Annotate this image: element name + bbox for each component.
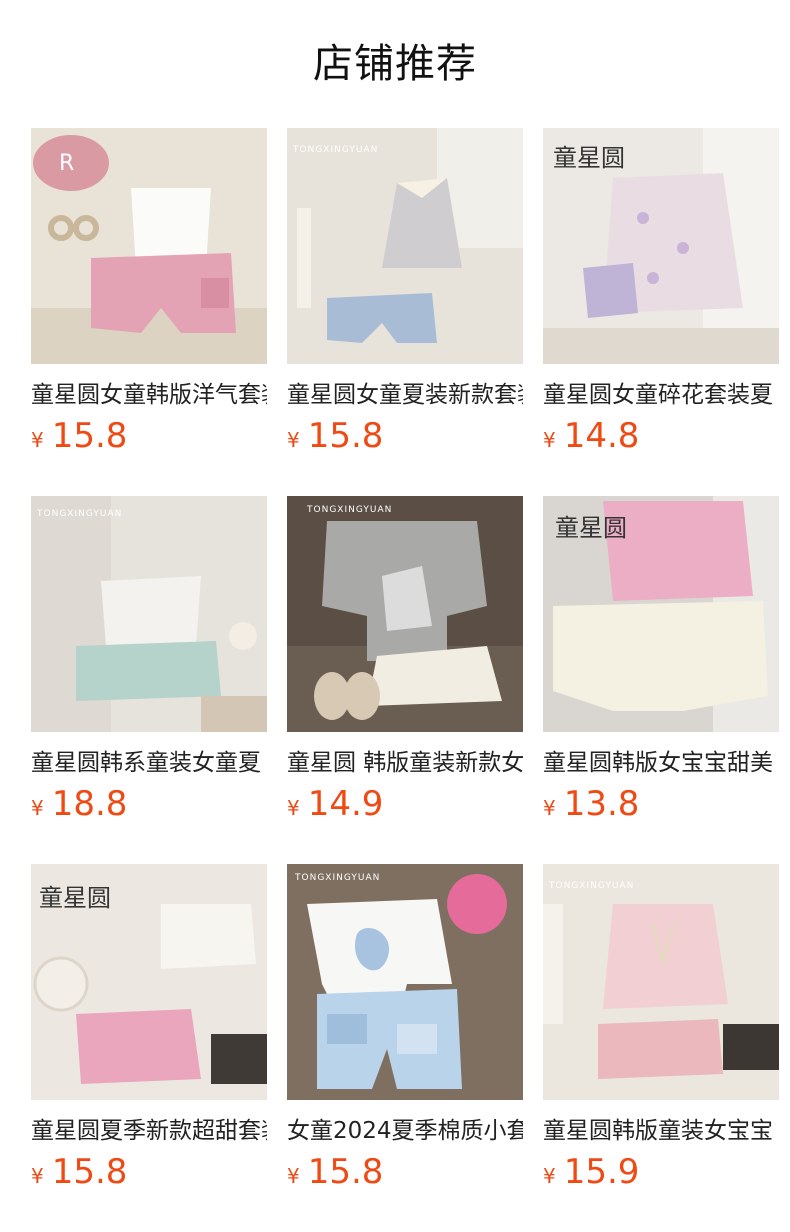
product-card[interactable]: 童星圆 童星圆女童碎花套装夏 ¥14.8: [543, 128, 779, 462]
product-name[interactable]: 女童2024夏季棉质小套装: [287, 1114, 523, 1148]
price-value: 13.8: [563, 784, 640, 824]
product-name[interactable]: 童星圆 韩版童装新款女: [287, 746, 523, 780]
product-card[interactable]: 童星圆 童星圆韩版女宝宝甜美 ¥13.8: [543, 496, 779, 830]
product-card[interactable]: R 童星圆女童韩版洋气套装 ¥15.8: [31, 128, 267, 462]
product-image[interactable]: TONGXINGYUAN: [287, 128, 523, 364]
currency-symbol: ¥: [543, 796, 556, 820]
product-image[interactable]: TONGXINGYUAN: [31, 496, 267, 732]
product-card[interactable]: TONGXINGYUAN 童星圆韩系童装女童夏 ¥18.8: [31, 496, 267, 830]
product-price: ¥18.8: [31, 784, 267, 830]
product-image[interactable]: 童星圆: [543, 128, 779, 364]
brand-logo: 童星圆: [555, 514, 627, 542]
product-image[interactable]: 童星圆: [543, 496, 779, 732]
product-name[interactable]: 童星圆女童韩版洋气套装: [31, 378, 267, 412]
price-value: 15.8: [51, 1152, 128, 1192]
product-name[interactable]: 童星圆女童夏装新款套装: [287, 378, 523, 412]
section-title: 店铺推荐: [313, 41, 477, 87]
currency-symbol: ¥: [31, 1164, 44, 1188]
product-card[interactable]: TONGXINGYUAN 童星圆女童夏装新款套装 ¥15.8: [287, 128, 523, 462]
price-value: 15.8: [51, 416, 128, 456]
product-name[interactable]: 童星圆韩系童装女童夏: [31, 746, 267, 780]
brand-watermark: TONGXINGYUAN: [36, 509, 122, 519]
product-price: ¥15.8: [31, 1152, 267, 1198]
product-name[interactable]: 童星圆韩版女宝宝甜美: [543, 746, 779, 780]
product-image[interactable]: TONGXINGYUAN: [287, 496, 523, 732]
product-name[interactable]: 童星圆女童碎花套装夏: [543, 378, 779, 412]
currency-symbol: ¥: [287, 1164, 300, 1188]
product-image[interactable]: TONGXINGYUAN: [543, 864, 779, 1100]
product-name[interactable]: 童星圆夏季新款超甜套装: [31, 1114, 267, 1148]
brand-watermark: TONGXINGYUAN: [292, 145, 378, 155]
product-card[interactable]: TONGXINGYUAN 童星圆 韩版童装新款女 ¥14.9: [287, 496, 523, 830]
product-price: ¥15.8: [287, 416, 523, 462]
product-price: ¥15.8: [287, 1152, 523, 1198]
product-price: ¥14.8: [543, 416, 779, 462]
product-image[interactable]: TONGXINGYUAN: [287, 864, 523, 1100]
price-value: 18.8: [51, 784, 128, 824]
product-price: ¥15.9: [543, 1152, 779, 1198]
product-card[interactable]: TONGXINGYUAN 女童2024夏季棉质小套装 ¥15.8: [287, 864, 523, 1198]
product-price: ¥15.8: [31, 416, 267, 462]
price-value: 15.8: [307, 1152, 384, 1192]
product-card[interactable]: TONGXINGYUAN 童星圆韩版童装女宝宝 ¥15.9: [543, 864, 779, 1198]
currency-symbol: ¥: [287, 428, 300, 452]
product-name[interactable]: 童星圆韩版童装女宝宝: [543, 1114, 779, 1148]
price-value: 15.9: [563, 1152, 640, 1192]
product-price: ¥13.8: [543, 784, 779, 830]
price-value: 14.8: [563, 416, 640, 456]
currency-symbol: ¥: [31, 428, 44, 452]
currency-symbol: ¥: [543, 428, 556, 452]
currency-symbol: ¥: [31, 796, 44, 820]
brand-watermark: TONGXINGYUAN: [306, 505, 392, 515]
brand-watermark: TONGXINGYUAN: [294, 873, 380, 883]
price-value: 14.9: [307, 784, 384, 824]
brand-watermark: TONGXINGYUAN: [548, 881, 634, 891]
brand-logo: 童星圆: [39, 884, 111, 912]
brand-logo: 童星圆: [553, 144, 625, 172]
product-image[interactable]: 童星圆: [31, 864, 267, 1100]
price-value: 15.8: [307, 416, 384, 456]
product-image[interactable]: R: [31, 128, 267, 364]
product-card[interactable]: 童星圆 童星圆夏季新款超甜套装 ¥15.8: [31, 864, 267, 1198]
product-price: ¥14.9: [287, 784, 523, 830]
svg-text:R: R: [59, 151, 74, 176]
currency-symbol: ¥: [543, 1164, 556, 1188]
currency-symbol: ¥: [287, 796, 300, 820]
